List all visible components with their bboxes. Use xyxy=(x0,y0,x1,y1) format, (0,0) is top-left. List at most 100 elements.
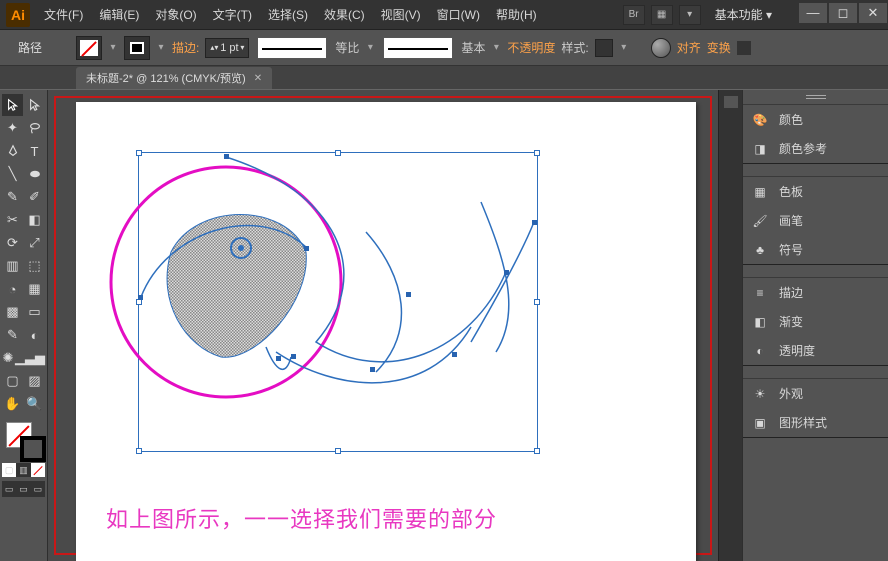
transform-label[interactable]: 变换 xyxy=(707,39,731,56)
anchor-point[interactable] xyxy=(504,270,509,275)
recolor-icon[interactable] xyxy=(651,38,671,58)
mesh-tool[interactable]: ▩ xyxy=(2,301,23,323)
minimize-button[interactable]: ― xyxy=(798,2,828,24)
dd3-icon[interactable]: ▾ xyxy=(619,42,629,53)
stroke-label[interactable]: 描边: xyxy=(172,39,199,56)
stroke-style-dropdown[interactable] xyxy=(257,37,327,59)
draw-normal-icon[interactable]: ▭ xyxy=(2,481,16,497)
gradient-tool[interactable]: ▭ xyxy=(24,301,45,323)
fill-stroke-control[interactable] xyxy=(2,420,45,460)
anchor-point[interactable] xyxy=(452,352,457,357)
align-label[interactable]: 对齐 xyxy=(677,39,701,56)
panel-transparency[interactable]: ◐透明度 xyxy=(743,336,888,365)
panel-brushes[interactable]: 🖌画笔 xyxy=(743,206,888,235)
fill-dropdown-icon[interactable]: ▾ xyxy=(108,42,118,53)
stroke-weight-field[interactable]: ▴▾1 pt▾ xyxy=(205,38,249,58)
stroke-color-icon[interactable] xyxy=(20,436,46,462)
gradient-mode-icon[interactable]: ▥ xyxy=(16,463,30,477)
dd1-icon[interactable]: ▾ xyxy=(365,42,375,53)
anchor-point[interactable] xyxy=(532,220,537,225)
close-tab-icon[interactable]: ✕ xyxy=(254,73,262,84)
stroke-swatch-dropdown-icon[interactable]: ▾ xyxy=(156,42,166,53)
stroke-swatch[interactable] xyxy=(124,36,150,60)
maximize-button[interactable]: ◻ xyxy=(828,2,858,24)
title-bar: Ai 文件(F) 编辑(E) 对象(O) 文字(T) 选择(S) 效果(C) 视… xyxy=(0,0,888,30)
perspective-tool[interactable]: ▦ xyxy=(24,278,45,300)
anchor-point[interactable] xyxy=(138,295,143,300)
stroke-prop-label: 等比 xyxy=(335,39,359,56)
panel-swatches[interactable]: ▦色板 xyxy=(743,177,888,206)
anchor-point[interactable] xyxy=(276,356,281,361)
zoom-tool[interactable]: 🔍 xyxy=(24,393,45,415)
paintbrush-tool[interactable]: ✎ xyxy=(2,186,23,208)
eraser-tool[interactable]: ◧ xyxy=(24,209,45,231)
menu-type[interactable]: 文字(T) xyxy=(207,2,258,27)
none-mode-icon[interactable] xyxy=(31,463,45,477)
type-tool[interactable]: T xyxy=(24,140,45,162)
canvas-area[interactable]: 如上图所示，一一选择我们需要的部分 xyxy=(48,90,718,561)
menu-file[interactable]: 文件(F) xyxy=(38,2,89,27)
width-tool[interactable]: ▥ xyxy=(2,255,23,277)
scale-tool[interactable]: ⤢ xyxy=(24,232,45,254)
pen-tool[interactable] xyxy=(2,140,23,162)
menu-help[interactable]: 帮助(H) xyxy=(490,2,543,27)
menu-window[interactable]: 窗口(W) xyxy=(431,2,486,27)
ellipse-tool[interactable] xyxy=(24,163,45,185)
close-button[interactable]: ✕ xyxy=(858,2,888,24)
panel-color[interactable]: 🎨颜色 xyxy=(743,105,888,134)
document-tab[interactable]: 未标题-2* @ 121% (CMYK/预览) ✕ xyxy=(76,67,272,89)
draw-inside-icon[interactable]: ▭ xyxy=(31,481,45,497)
guide-icon: ◨ xyxy=(751,140,769,158)
arrange-docs-icon[interactable]: ▦ xyxy=(651,5,673,25)
hand-tool[interactable]: ✋ xyxy=(2,393,23,415)
fill-swatch[interactable] xyxy=(76,36,102,60)
menu-object[interactable]: 对象(O) xyxy=(149,2,202,27)
anchor-point[interactable] xyxy=(291,354,296,359)
arrange-dropdown-icon[interactable]: ▾ xyxy=(679,5,701,25)
panel-appearance[interactable]: ☀外观 xyxy=(743,379,888,408)
blend-tool[interactable]: ◐ xyxy=(24,324,45,346)
main-menu: 文件(F) 编辑(E) 对象(O) 文字(T) 选择(S) 效果(C) 视图(V… xyxy=(38,2,623,27)
anchor-point[interactable] xyxy=(304,246,309,251)
blob-brush-tool[interactable]: ✂ xyxy=(2,209,23,231)
anchor-point[interactable] xyxy=(224,154,229,159)
style-swatch[interactable] xyxy=(595,39,613,57)
width-profile-dropdown[interactable] xyxy=(383,37,453,59)
workspace-switcher[interactable]: 基本功能 ▾ xyxy=(707,3,792,26)
anchor-point[interactable] xyxy=(370,367,375,372)
artboard[interactable]: 如上图所示，一一选择我们需要的部分 xyxy=(76,102,696,561)
collapse-toggle-icon[interactable] xyxy=(724,96,738,108)
graph-tool[interactable]: ▁▃▅ xyxy=(15,347,45,369)
pencil-tool[interactable]: ✐ xyxy=(24,186,45,208)
dd2-icon[interactable]: ▾ xyxy=(491,42,501,53)
symbol-sprayer-tool[interactable]: ✺ xyxy=(2,347,14,369)
selection-tool[interactable] xyxy=(2,94,23,116)
shape-builder-tool[interactable]: ◔ xyxy=(2,278,23,300)
artboard-tool[interactable]: ▢ xyxy=(2,370,23,392)
line-tool[interactable]: ╲ xyxy=(2,163,23,185)
rotate-tool[interactable]: ⟳ xyxy=(2,232,23,254)
color-mode-icon[interactable]: ▢ xyxy=(2,463,16,477)
bridge-icon[interactable]: Br xyxy=(623,5,645,25)
panel-graphic-styles[interactable]: ▣图形样式 xyxy=(743,408,888,437)
lasso-tool[interactable] xyxy=(24,117,45,139)
dock-collapse-icon[interactable] xyxy=(743,90,888,104)
panel-gradient[interactable]: ◧渐变 xyxy=(743,307,888,336)
eyedropper-tool[interactable]: ✎ xyxy=(2,324,23,346)
panel-stroke[interactable]: ≡描边 xyxy=(743,278,888,307)
menu-edit[interactable]: 编辑(E) xyxy=(93,2,145,27)
magic-wand-tool[interactable]: ✦ xyxy=(2,117,23,139)
panel-color-guide[interactable]: ◨颜色参考 xyxy=(743,134,888,163)
menu-view[interactable]: 视图(V) xyxy=(375,2,427,27)
direct-selection-tool[interactable] xyxy=(24,94,45,116)
menu-select[interactable]: 选择(S) xyxy=(262,2,314,27)
anchor-point[interactable] xyxy=(406,292,411,297)
free-transform-tool[interactable]: ⬚ xyxy=(24,255,45,277)
menu-effect[interactable]: 效果(C) xyxy=(318,2,371,27)
panel-symbols[interactable]: ♣符号 xyxy=(743,235,888,264)
document-tab-bar: 未标题-2* @ 121% (CMYK/预览) ✕ xyxy=(0,66,888,90)
slice-tool[interactable]: ▨ xyxy=(24,370,45,392)
opacity-label[interactable]: 不透明度 xyxy=(507,39,555,56)
draw-behind-icon[interactable]: ▭ xyxy=(16,481,30,497)
controlbar-end-icon[interactable] xyxy=(737,41,751,55)
